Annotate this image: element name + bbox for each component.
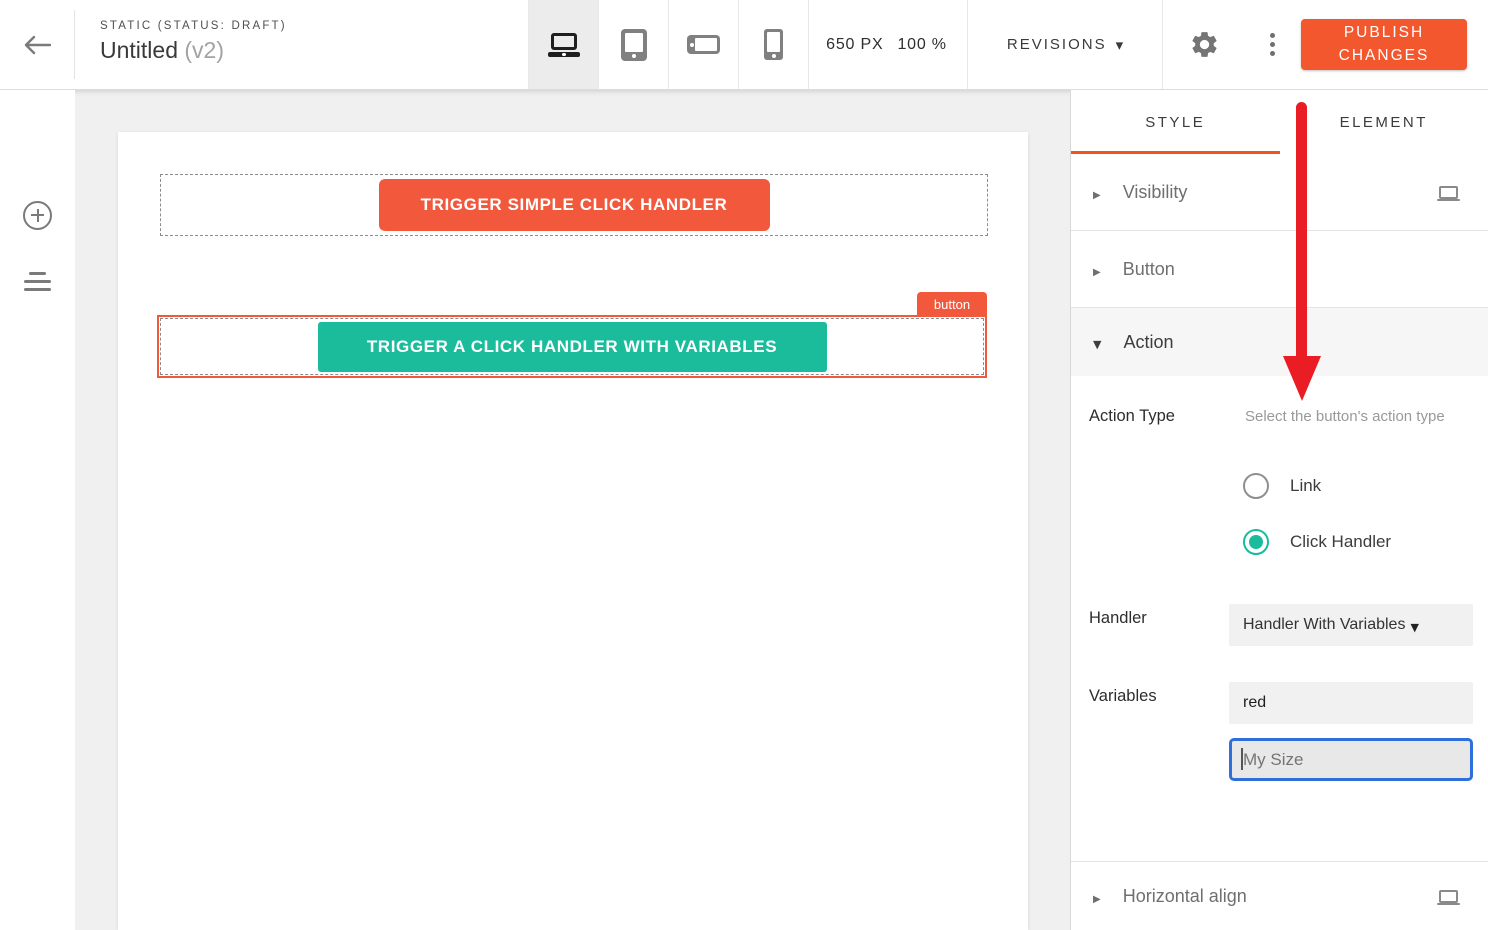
selected-button-block-container[interactable]: button TRIGGER A CLICK HANDLER WITH VARI… — [157, 315, 987, 378]
tab-element[interactable]: ELEMENT — [1280, 90, 1488, 154]
editor-canvas: TRIGGER SIMPLE CLICK HANDLER button TRIG… — [75, 90, 1070, 930]
phone-portrait-icon — [764, 29, 783, 60]
caret-down-icon — [1093, 333, 1101, 352]
canvas-size-indicator: 650 PX 100 % — [806, 0, 968, 89]
tablet-icon — [621, 29, 647, 61]
revisions-menu-button[interactable]: REVISIONS — [968, 0, 1163, 89]
more-options-button[interactable] — [1248, 0, 1296, 89]
annotation-arrow-head — [1283, 356, 1321, 401]
handler-select[interactable]: Handler With Variables — [1229, 604, 1473, 646]
simple-click-handler-button[interactable]: TRIGGER SIMPLE CLICK HANDLER — [379, 179, 770, 231]
add-element-button[interactable] — [0, 187, 75, 243]
tab-style[interactable]: STYLE — [1071, 90, 1280, 154]
radio-option-link[interactable]: Link — [1243, 473, 1321, 499]
layers-icon — [24, 272, 51, 292]
layers-outline-button[interactable] — [0, 254, 75, 310]
document-status: STATIC (STATUS: DRAFT) — [100, 20, 287, 32]
radio-selected-icon[interactable] — [1243, 529, 1269, 555]
document-info: STATIC (STATUS: DRAFT) Untitled (v2) — [100, 20, 287, 64]
action-type-help-text: Select the button's action type — [1245, 406, 1450, 428]
button-block-container[interactable]: TRIGGER SIMPLE CLICK HANDLER — [160, 174, 988, 236]
section-action[interactable]: Action — [1071, 308, 1488, 376]
variables-label: Variables — [1089, 687, 1157, 706]
action-type-label: Action Type — [1089, 407, 1175, 426]
select-caret-icon — [1405, 616, 1418, 635]
selection-tag: button — [917, 292, 987, 317]
handler-label: Handler — [1089, 609, 1147, 628]
canvas-width-value: 650 PX — [826, 36, 883, 54]
annotation-arrow — [1296, 102, 1307, 358]
device-scope-laptop-icon — [1439, 890, 1458, 903]
device-tablet-button[interactable] — [599, 0, 669, 89]
section-visibility[interactable]: Visibility — [1071, 154, 1488, 231]
device-phone-portrait-button[interactable] — [739, 0, 809, 89]
back-button[interactable] — [12, 0, 62, 89]
section-button[interactable]: Button — [1071, 231, 1488, 308]
section-horizontal-align[interactable]: Horizontal align — [1071, 861, 1488, 930]
device-phone-landscape-button[interactable] — [669, 0, 739, 89]
page-preview[interactable]: TRIGGER SIMPLE CLICK HANDLER button TRIG… — [118, 132, 1028, 930]
page-title: Untitled (v2) — [100, 37, 287, 64]
variable-color-input[interactable] — [1229, 682, 1473, 724]
inspector-tabs: STYLE ELEMENT — [1071, 90, 1488, 154]
inspector-panel: STYLE ELEMENT Visibility Button Action A… — [1070, 90, 1488, 930]
chevron-down-icon — [1116, 35, 1124, 54]
radio-unselected-icon[interactable] — [1243, 473, 1269, 499]
variable-size-input[interactable] — [1229, 738, 1473, 781]
top-toolbar: STATIC (STATUS: DRAFT) Untitled (v2) 650… — [0, 0, 1488, 90]
document-version: (v2) — [184, 37, 224, 63]
radio-option-click-handler[interactable]: Click Handler — [1243, 529, 1391, 555]
phone-landscape-icon — [687, 35, 720, 54]
variables-click-handler-button[interactable]: TRIGGER A CLICK HANDLER WITH VARIABLES — [318, 322, 827, 372]
back-arrow-icon — [23, 34, 51, 56]
plus-circle-icon — [23, 201, 52, 230]
settings-button[interactable] — [1180, 0, 1228, 89]
device-laptop-button[interactable] — [529, 0, 599, 89]
device-scope-laptop-icon — [1439, 186, 1458, 199]
caret-right-icon — [1093, 887, 1101, 906]
device-preview-switcher — [528, 0, 809, 89]
left-sidebar — [0, 90, 75, 930]
kebab-menu-icon — [1270, 33, 1275, 56]
laptop-icon — [548, 33, 580, 57]
text-cursor — [1241, 748, 1243, 770]
caret-right-icon — [1093, 183, 1101, 202]
toolbar-divider — [74, 10, 75, 79]
gear-icon — [1189, 29, 1220, 60]
canvas-zoom-value: 100 % — [897, 36, 946, 54]
caret-right-icon — [1093, 260, 1101, 279]
publish-changes-button[interactable]: PUBLISH CHANGES — [1301, 19, 1467, 70]
